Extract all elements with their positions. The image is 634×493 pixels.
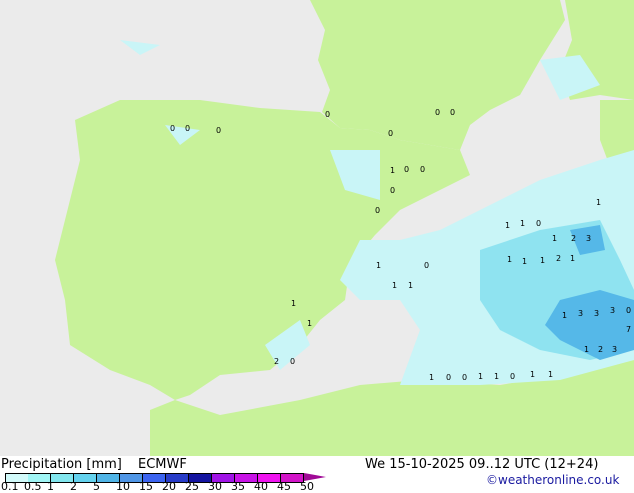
precip-value: 1 [507, 255, 512, 264]
scale-tick-label: 0.1 [1, 480, 19, 493]
precip-value: 0 [424, 261, 429, 270]
precip-value: 0 [170, 124, 175, 133]
scale-tick-label: 15 [139, 480, 153, 493]
precip-value: 1 [562, 311, 567, 320]
precip-value: 0 [462, 373, 467, 382]
precip-value: 1 [570, 254, 575, 263]
scale-tick-label: 40 [254, 480, 268, 493]
forecast-datetime: We 15-10-2025 09..12 UTC (12+24) [365, 457, 599, 472]
scale-tick-label: 10 [116, 480, 130, 493]
scale-tick-label: 35 [231, 480, 245, 493]
precip-value: 7 [626, 325, 631, 334]
precip-value: 3 [610, 306, 615, 315]
precip-value: 1 [596, 198, 601, 207]
scale-tick-label: 50 [300, 480, 314, 493]
precip-value: 0 [435, 108, 440, 117]
precip-value: 0 [185, 124, 190, 133]
precip-value: 0 [626, 306, 631, 315]
precip-value: 2 [556, 254, 561, 263]
precip-value: 1 [530, 370, 535, 379]
precip-value: 1 [408, 281, 413, 290]
precip-value: 0 [404, 165, 409, 174]
precip-value: 1 [520, 219, 525, 228]
precip-value: 2 [571, 234, 576, 243]
precip-value: 1 [522, 257, 527, 266]
precip-value: 0 [390, 186, 395, 195]
precip-value: 3 [586, 234, 591, 243]
precipitation-map: 0 0 00 0 001 0 0001 1 01 2 31 1 1 2 11 3 3 3 071 2 31 101112 0… [0, 0, 634, 456]
precip-value: 2 [274, 357, 279, 366]
precip-value: 0 [388, 129, 393, 138]
precip-value: 1 [390, 166, 395, 175]
precip-value: 0 [290, 357, 295, 366]
precip-value: 0 [510, 372, 515, 381]
precip-value: 1 [291, 299, 296, 308]
precip-value: 1 [307, 319, 312, 328]
precip-value: 0 [536, 219, 541, 228]
legend: Precipitation [mm] ECMWF We 15-10-2025 0… [0, 456, 634, 493]
model-name: ECMWF [138, 457, 187, 472]
precip-value: 0 [420, 165, 425, 174]
precip-value: 1 [584, 345, 589, 354]
precip-value: 1 [392, 281, 397, 290]
precip-value: 3 [594, 309, 599, 318]
precip-value: 1 [540, 256, 545, 265]
scale-tick-label: 0.5 [24, 480, 42, 493]
scale-tick-label: 25 [185, 480, 199, 493]
scale-tick-label: 5 [93, 480, 100, 493]
scale-tick-label: 2 [70, 480, 77, 493]
precip-value: 1 [494, 372, 499, 381]
precip-value: 1 [505, 221, 510, 230]
credit-link[interactable]: ©weatheronline.co.uk [486, 473, 619, 487]
precip-value: 3 [578, 309, 583, 318]
precip-value: 1 [376, 261, 381, 270]
precip-value: 3 [612, 345, 617, 354]
scale-tick-label: 1 [47, 480, 54, 493]
precip-value: 1 [548, 370, 553, 379]
precip-value: 1 [429, 373, 434, 382]
precip-value: 0 [446, 373, 451, 382]
precip-value: 0 [325, 110, 330, 119]
precip-value: 1 [552, 234, 557, 243]
scale-tick-label: 45 [277, 480, 291, 493]
precip-value: 0 [450, 108, 455, 117]
precip-value: 2 [598, 345, 603, 354]
precip-value: 0 [216, 126, 221, 135]
scale-tick-label: 20 [162, 480, 176, 493]
scale-tick-label: 30 [208, 480, 222, 493]
legend-title: Precipitation [mm] [1, 457, 122, 472]
precip-value: 1 [478, 372, 483, 381]
precip-value: 0 [375, 206, 380, 215]
